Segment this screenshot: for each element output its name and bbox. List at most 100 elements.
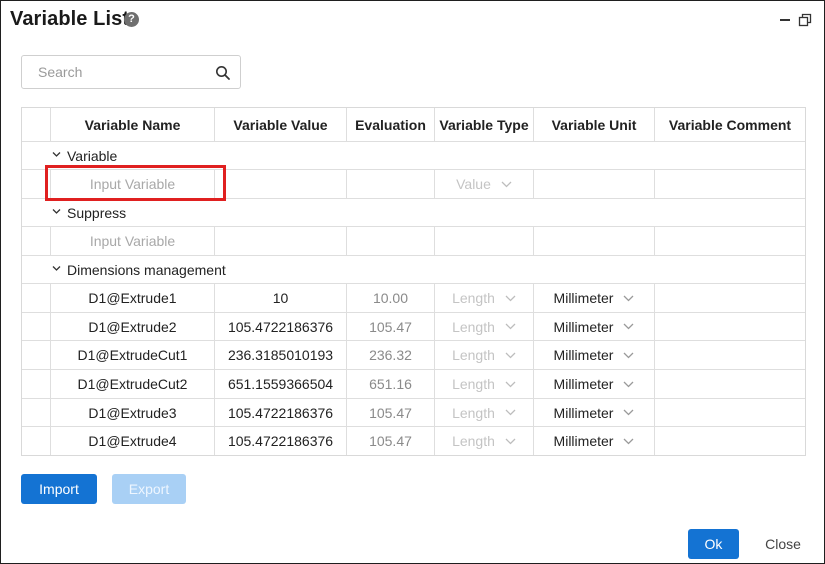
variable-type-dropdown[interactable]: Length [435,341,534,369]
variable-value-cell[interactable]: 105.4722186376 [215,427,347,455]
dropdown-value: Millimeter [553,290,614,306]
table-row[interactable]: D1@ExtrudeCut2 651.1559366504 651.16 Len… [22,370,805,399]
group-toggle-dimensions-management[interactable]: Dimensions management [52,256,226,283]
variable-unit-dropdown[interactable]: Millimeter [534,427,655,455]
evaluation-cell [347,170,435,198]
comment-cell[interactable] [655,370,805,398]
evaluation-cell: 236.32 [347,341,435,369]
column-header-variable-type[interactable]: Variable Type [435,108,534,141]
row-indicator[interactable] [22,341,51,369]
row-indicator[interactable] [22,399,51,426]
chevron-down-icon [505,323,516,330]
input-variable-field[interactable]: Input Variable [51,227,215,255]
help-icon[interactable]: ? [124,12,139,27]
chevron-down-icon [505,438,516,444]
restore-icon[interactable] [798,13,812,27]
variable-name-cell[interactable]: D1@Extrude4 [51,427,215,455]
search-icon[interactable] [215,65,231,81]
group-row-suppress[interactable]: Suppress [22,199,805,227]
chevron-down-icon [505,381,516,387]
table-header: Variable Name Variable Value Evaluation … [22,108,805,142]
variable-value-cell[interactable]: 651.1559366504 [215,370,347,398]
dropdown-value: Length [452,290,495,306]
group-label: Suppress [67,204,127,221]
comment-cell[interactable] [655,170,805,198]
chevron-down-icon [52,152,61,157]
comment-cell[interactable] [655,341,805,369]
variable-unit-dropdown[interactable]: Millimeter [534,399,655,426]
group-row-dimensions-management[interactable]: Dimensions management [22,256,805,284]
dropdown-value: Value [456,176,491,192]
dropdown-value: Length [452,433,495,449]
value-cell[interactable] [215,227,347,255]
search-input[interactable] [23,57,209,87]
title-bar: Variable List ? [1,1,824,39]
close-button[interactable]: Close [757,529,809,559]
comment-cell[interactable] [655,284,805,312]
input-row-suppress: Input Variable [22,227,805,256]
variable-name-cell[interactable]: D1@ExtrudeCut2 [51,370,215,398]
value-cell[interactable] [215,170,347,198]
chevron-down-icon [623,323,634,330]
chevron-down-icon [52,266,61,271]
variable-unit-dropdown[interactable]: Millimeter [534,284,655,312]
comment-cell[interactable] [655,227,805,255]
variable-value-cell[interactable]: 236.3185010193 [215,341,347,369]
export-button[interactable]: Export [112,474,186,504]
column-header-variable-comment[interactable]: Variable Comment [655,108,805,141]
variable-name-cell[interactable]: D1@Extrude2 [51,313,215,340]
ok-button[interactable]: Ok [688,529,739,559]
table-row[interactable]: D1@Extrude3 105.4722186376 105.47 Length… [22,399,805,427]
dropdown-value: Millimeter [553,433,614,449]
import-button[interactable]: Import [21,474,97,504]
comment-cell[interactable] [655,313,805,340]
chevron-down-icon [623,295,634,301]
table-row[interactable]: D1@ExtrudeCut1 236.3185010193 236.32 Len… [22,341,805,370]
variable-unit-dropdown[interactable]: Millimeter [534,370,655,398]
row-indicator[interactable] [22,284,51,312]
column-header-evaluation[interactable]: Evaluation [347,108,435,141]
row-indicator[interactable] [22,313,51,340]
row-indicator [22,227,51,255]
comment-cell[interactable] [655,427,805,455]
dialog-title: Variable List [10,8,130,30]
variable-value-cell[interactable]: 105.4722186376 [215,399,347,426]
row-indicator[interactable] [22,370,51,398]
comment-cell[interactable] [655,399,805,426]
evaluation-cell [347,227,435,255]
type-cell [435,227,534,255]
variable-type-dropdown[interactable]: Value [435,170,534,198]
variable-unit-dropdown[interactable]: Millimeter [534,313,655,340]
variable-name-cell[interactable]: D1@Extrude3 [51,399,215,426]
row-indicator[interactable] [22,427,51,455]
row-indicator-header [22,108,51,141]
minimize-icon[interactable] [780,19,790,21]
unit-cell [534,227,655,255]
variable-type-dropdown[interactable]: Length [435,399,534,426]
group-toggle-suppress[interactable]: Suppress [52,199,126,226]
column-header-variable-name[interactable]: Variable Name [51,108,215,141]
column-header-variable-unit[interactable]: Variable Unit [534,108,655,141]
table-row[interactable]: D1@Extrude1 10 10.00 Length Millimeter [22,284,805,313]
chevron-down-icon [623,409,634,416]
variable-name-cell[interactable]: D1@ExtrudeCut1 [51,341,215,369]
variable-name-cell[interactable]: D1@Extrude1 [51,284,215,312]
variable-type-dropdown[interactable]: Length [435,313,534,340]
variable-unit-dropdown[interactable]: Millimeter [534,341,655,369]
variable-type-dropdown[interactable]: Length [435,427,534,455]
column-header-variable-value[interactable]: Variable Value [215,108,347,141]
dropdown-value: Millimeter [553,318,614,335]
evaluation-cell: 105.47 [347,427,435,455]
evaluation-cell: 10.00 [347,284,435,312]
dropdown-value: Millimeter [553,404,614,421]
table-row[interactable]: D1@Extrude4 105.4722186376 105.47 Length… [22,427,805,455]
variable-value-cell[interactable]: 105.4722186376 [215,313,347,340]
variable-type-dropdown[interactable]: Length [435,284,534,312]
chevron-down-icon [52,209,61,214]
variable-type-dropdown[interactable]: Length [435,370,534,398]
dropdown-value: Millimeter [553,376,614,392]
evaluation-cell: 105.47 [347,313,435,340]
variable-value-cell[interactable]: 10 [215,284,347,312]
table-row[interactable]: D1@Extrude2 105.4722186376 105.47 Length… [22,313,805,341]
dropdown-value: Length [452,376,495,392]
